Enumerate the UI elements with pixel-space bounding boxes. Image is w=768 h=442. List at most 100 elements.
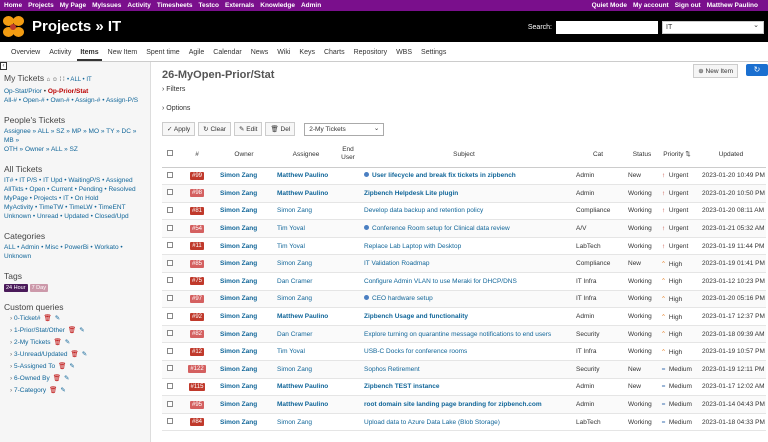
apply-button[interactable]: ✓ Apply (162, 122, 196, 136)
category-links-1[interactable]: ALL • Admin • Misc • PowerBi • Workato • (4, 244, 123, 251)
owner-link[interactable]: Simon Zang (220, 401, 257, 408)
custom-query-link[interactable]: 0-Ticket# (14, 315, 41, 322)
table-row[interactable]: #99 Simon Zang Matthew Paulino User lifecyc… (162, 167, 766, 186)
top-menu-account-item[interactable]: Quiet Mode (592, 2, 627, 9)
edit-icon[interactable]: ✎ (79, 327, 84, 334)
ticket-id[interactable]: #11 (190, 242, 204, 251)
tab-items[interactable]: Items (77, 49, 102, 61)
ticket-id[interactable]: #81 (189, 206, 204, 215)
owner-link[interactable]: Simon Zang (220, 419, 257, 426)
table-row[interactable]: #54 Simon Zang Tim Yoval Conference Room se… (162, 219, 766, 238)
subject-link[interactable]: root domain site landing page branding f… (364, 401, 542, 408)
tab-news[interactable]: News (248, 49, 272, 61)
table-row[interactable]: #115 Simon Zang Matthew Paulino Zipbench TE… (162, 378, 766, 397)
owner-link[interactable]: Simon Zang (220, 190, 257, 197)
tab-repository[interactable]: Repository (351, 49, 390, 61)
edit-icon[interactable]: ✎ (64, 375, 69, 382)
top-menu-account-item[interactable]: My account (633, 2, 669, 9)
edit-icon[interactable]: ✎ (65, 339, 70, 346)
row-checkbox[interactable] (167, 171, 173, 178)
search-input[interactable] (556, 21, 658, 34)
assignee-link[interactable]: Matthew Paulino (277, 172, 328, 179)
delete-icon[interactable]: 🗑 (53, 339, 61, 346)
tag-24-hour[interactable]: 24 Hour (4, 284, 28, 292)
ticket-id[interactable]: #92 (189, 312, 204, 321)
op-stat-prior-link[interactable]: Op-Stat/Prior (4, 88, 42, 95)
row-checkbox[interactable] (167, 277, 173, 284)
subject-link[interactable]: Zipbench Usage and functionality (364, 313, 468, 320)
tab-spent-time[interactable]: Spent time (143, 49, 182, 61)
edit-icon[interactable]: ✎ (60, 387, 65, 394)
owner-link[interactable]: Simon Zang (220, 348, 257, 355)
table-row[interactable]: #92 Simon Zang Matthew Paulino Zipbench Usa… (162, 307, 766, 326)
refresh-icon[interactable]: ↻ (746, 64, 768, 76)
assignee-link[interactable]: Simon Zang (277, 419, 312, 426)
col-priority[interactable]: Priority ⇅ (658, 142, 696, 168)
row-checkbox[interactable] (167, 365, 173, 372)
table-row[interactable]: #82 Simon Zang Dan Cramer Explore turning o… (162, 325, 766, 344)
table-row[interactable]: #98 Simon Zang Matthew Paulino Zipbench Hel… (162, 184, 766, 203)
table-row[interactable]: #75 Simon Zang Dan Cramer Configure Admin V… (162, 272, 766, 291)
ticket-id[interactable]: #95 (189, 400, 204, 409)
top-menu-item[interactable]: Projects (28, 2, 54, 9)
assignee-link[interactable]: Dan Cramer (277, 278, 312, 285)
ticket-id[interactable]: #97 (189, 294, 204, 303)
row-checkbox[interactable] (167, 312, 173, 319)
tag-7-day[interactable]: 7 Day (29, 284, 48, 292)
ticket-id[interactable]: #98 (189, 189, 204, 198)
col-cat[interactable]: Cat (570, 142, 626, 168)
owner-link[interactable]: Simon Zang (220, 313, 257, 320)
delete-icon[interactable]: 🗑 (53, 375, 61, 382)
tab-settings[interactable]: Settings (418, 49, 449, 61)
select-all-checkbox[interactable] (167, 150, 173, 157)
delete-icon[interactable]: 🗑 (43, 315, 51, 322)
table-row[interactable]: #85 Simon Zang Simon Zang IT Validation Roa… (162, 254, 766, 274)
table-row[interactable]: #97 Simon Zang Simon Zang CEO hardware setu… (162, 290, 766, 309)
owner-link[interactable]: Simon Zang (220, 260, 257, 267)
project-jump-select[interactable]: IT (662, 21, 764, 34)
ticket-id[interactable]: #54 (189, 224, 204, 233)
all-tickets-links-2[interactable]: AllTkts • Open • Current • Pending • Res… (4, 186, 136, 193)
tab-wbs[interactable]: WBS (393, 49, 415, 61)
top-menu-item[interactable]: Home (4, 2, 22, 9)
row-checkbox[interactable] (167, 294, 173, 301)
all-tickets-links-1[interactable]: IT# • IT P/S • IT Upd • WaitingP/S • Ass… (4, 177, 133, 184)
custom-query-link[interactable]: 7-Category (14, 387, 46, 394)
owner-link[interactable]: Simon Zang (220, 383, 257, 390)
op-prior-stat-link[interactable]: Op-Prior/Stat (48, 88, 88, 95)
assignee-link[interactable]: Simon Zang (277, 260, 312, 267)
subject-link[interactable]: USB-C Docks for conference rooms (364, 348, 467, 355)
delete-icon[interactable]: 🗑 (49, 387, 57, 394)
edit-icon[interactable]: ✎ (69, 363, 74, 370)
my-tickets-all-it-links[interactable]: • ALL • IT (67, 77, 92, 83)
owner-link[interactable]: Simon Zang (220, 243, 257, 250)
subject-link[interactable]: User lifecycle and break fix tickets in … (372, 172, 516, 179)
assignee-link[interactable]: Dan Cramer (277, 331, 312, 338)
tab-calendar[interactable]: Calendar (210, 49, 244, 61)
filters-toggle[interactable]: › Filters (162, 86, 768, 93)
saved-query-select[interactable]: 2-My Tickets (304, 122, 385, 136)
ticket-id[interactable]: #115 (188, 382, 206, 391)
delete-button[interactable]: 🗑 Del (265, 122, 296, 136)
subject-link[interactable]: Explore turning on quarantine message no… (364, 331, 551, 338)
collapse-sidebar-icon[interactable]: ‹ (0, 62, 7, 70)
table-row[interactable]: #11 Simon Zang Tim Yoval Replace Lab Laptop… (162, 237, 766, 256)
delete-icon[interactable]: 🗑 (70, 351, 78, 358)
custom-query-link[interactable]: 5-Assigned To (14, 363, 55, 370)
edit-button[interactable]: ✎ Edit (233, 122, 263, 136)
delete-icon[interactable]: 🗑 (58, 363, 66, 370)
owner-link[interactable]: Simon Zang (220, 172, 257, 179)
ticket-id[interactable]: #12 (189, 347, 204, 356)
assignee-link[interactable]: Matthew Paulino (277, 190, 328, 197)
top-menu-account-item[interactable]: Sign out (675, 2, 701, 9)
col-assignee[interactable]: Assignee (274, 142, 338, 168)
tab-charts[interactable]: Charts (321, 49, 348, 61)
assignee-link[interactable]: Simon Zang (277, 366, 312, 373)
owner-link[interactable]: Simon Zang (220, 295, 257, 302)
row-checkbox[interactable] (167, 347, 173, 354)
row-checkbox[interactable] (167, 189, 173, 196)
top-menu-item[interactable]: Activity (127, 2, 150, 9)
col-id[interactable]: # (180, 142, 214, 168)
top-menu-item[interactable]: Timesheets (157, 2, 193, 9)
subject-link[interactable]: Zipbench TEST instance (364, 383, 439, 390)
